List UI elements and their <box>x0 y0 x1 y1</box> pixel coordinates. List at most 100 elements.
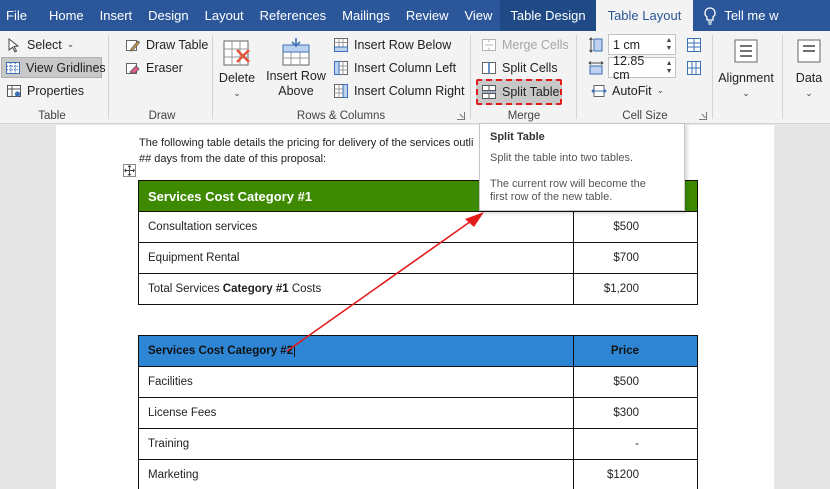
tab-design[interactable]: Design <box>140 0 196 31</box>
table-cell-price[interactable]: $500 <box>573 211 698 243</box>
insert-row-below-label: Insert Row Below <box>354 37 452 52</box>
insert-row-above-icon <box>282 38 310 66</box>
tell-me-search[interactable]: Tell me w <box>693 0 786 31</box>
pencil-icon <box>126 39 141 52</box>
tooltip-line-1: Split the table into two tables. <box>490 152 634 164</box>
table-cell-label[interactable]: Consultation services <box>138 211 574 243</box>
group-table-label: Table <box>38 110 66 122</box>
group-draw: Draw Table Eraser Draw <box>112 31 212 124</box>
table-cell-label[interactable]: Marketing <box>138 459 574 489</box>
table2-header-cell[interactable]: Services Cost Category #2 <box>138 335 574 367</box>
table-cell-price[interactable]: $1200 <box>573 459 698 489</box>
table-row[interactable]: Training - <box>138 428 698 460</box>
table2-price-header[interactable]: Price <box>573 335 698 367</box>
group-cell-size: 1 cm ▲ ▼ 12.85 cm ▲ ▼ AutoFit ⌄ Cell Size <box>580 31 710 124</box>
spin-arrows-icon[interactable]: ▲ ▼ <box>663 58 675 77</box>
eraser-button[interactable]: Eraser <box>122 57 186 78</box>
insert-column-right-button[interactable]: Insert Column Right <box>330 80 467 101</box>
split-cells-label: Split Cells <box>502 60 558 75</box>
group-cell-size-label: Cell Size <box>622 110 668 122</box>
alignment-label: Alignment <box>718 71 774 85</box>
chevron-down-icon: ⌄ <box>233 88 241 98</box>
group-table: Select ⌄ View Gridlines Properties Table <box>0 31 106 124</box>
services-table-2[interactable]: Services Cost Category #2 Price Faciliti… <box>138 335 698 489</box>
row-height-input[interactable]: 1 cm ▲ ▼ <box>608 34 676 55</box>
tab-view[interactable]: View <box>456 0 500 31</box>
ribbon: Select ⌄ View Gridlines Properties Table … <box>0 31 830 124</box>
insert-row-below-icon <box>334 37 348 52</box>
cell-size-dialog-launcher-icon[interactable] <box>699 112 707 120</box>
intro-line-2: ## days from the date of this proposal: <box>139 153 327 165</box>
move-arrows-icon <box>124 165 135 176</box>
group-merge-label: Merge <box>507 110 541 122</box>
insert-row-above-label-2: Above <box>278 84 314 98</box>
table-cell-label[interactable]: Equipment Rental <box>138 242 574 274</box>
table-cell-price[interactable]: $500 <box>573 366 698 398</box>
tab-review[interactable]: Review <box>398 0 457 31</box>
table-cell-price[interactable]: - <box>573 428 698 460</box>
tab-file[interactable]: File <box>0 0 41 31</box>
tab-table-design[interactable]: Table Design <box>500 0 596 31</box>
tab-home[interactable]: Home <box>41 0 92 31</box>
insert-row-below-button[interactable]: Insert Row Below <box>330 34 454 55</box>
spin-arrows-icon[interactable]: ▲ ▼ <box>663 35 675 54</box>
column-width-input[interactable]: 12.85 cm ▲ ▼ <box>608 54 676 82</box>
alignment-button[interactable]: Alignment ⌄ <box>716 37 776 101</box>
data-button[interactable]: Data ⌄ <box>788 37 830 101</box>
tooltip-title: Split Table <box>490 131 545 143</box>
insert-column-left-button[interactable]: Insert Column Left <box>330 57 459 78</box>
chevron-down-icon: ⌄ <box>66 39 75 49</box>
autofit-label: AutoFit <box>612 83 652 98</box>
eraser-icon <box>126 62 140 74</box>
row-height-spinner[interactable]: 1 cm ▲ ▼ <box>588 34 702 55</box>
distribute-columns-icon[interactable] <box>686 60 702 76</box>
data-icon <box>797 39 821 63</box>
eraser-label: Eraser <box>146 60 183 75</box>
table-header-row[interactable]: Services Cost Category #2 Price <box>138 335 698 367</box>
tab-references[interactable]: References <box>252 0 334 31</box>
table-cell-price[interactable]: $300 <box>573 397 698 429</box>
ribbon-separator <box>108 35 109 119</box>
table-row[interactable]: Marketing $1200 <box>138 459 698 489</box>
table-row[interactable]: Total Services Category #1 Costs $1,200 <box>138 273 698 305</box>
tab-mailings[interactable]: Mailings <box>334 0 398 31</box>
delete-button[interactable]: Delete ⌄ <box>218 37 256 101</box>
split-table-icon <box>482 84 496 99</box>
insert-row-above-button[interactable]: Insert Row Above <box>264 37 328 99</box>
table-cell-price[interactable]: $1,200 <box>573 273 698 305</box>
table-cell-label[interactable]: Total Services Category #1 Costs <box>138 273 574 305</box>
column-width-spinner[interactable]: 12.85 cm ▲ ▼ <box>588 54 702 82</box>
chevron-down-icon: ⌄ <box>656 85 665 95</box>
group-rows-columns-label: Rows & Columns <box>296 110 386 122</box>
draw-table-button[interactable]: Draw Table <box>122 34 211 55</box>
split-table-button[interactable]: Split Table <box>478 81 562 102</box>
distribute-rows-icon[interactable] <box>686 37 702 53</box>
tooltip-line-2: The current row will become the <box>490 178 646 190</box>
rows-columns-dialog-launcher-icon[interactable] <box>457 112 465 120</box>
tab-insert[interactable]: Insert <box>92 0 141 31</box>
table-cell-label[interactable]: License Fees <box>138 397 574 429</box>
split-cells-icon <box>482 61 496 74</box>
select-arrow-icon <box>8 37 20 52</box>
autofit-button[interactable]: AutoFit ⌄ <box>588 80 667 101</box>
table-cell-label[interactable]: Facilities <box>138 366 574 398</box>
table-row[interactable]: Consultation services $500 <box>138 211 698 243</box>
merge-cells-button[interactable]: Merge Cells <box>478 34 572 55</box>
table-cell-price[interactable]: $700 <box>573 242 698 274</box>
select-button[interactable]: Select ⌄ <box>3 34 77 55</box>
view-gridlines-button[interactable]: View Gridlines <box>1 57 106 78</box>
table-row[interactable]: Equipment Rental $700 <box>138 242 698 274</box>
table-move-handle[interactable] <box>123 164 136 177</box>
chevron-down-icon: ⌄ <box>742 88 750 98</box>
insert-row-above-label-1: Insert Row <box>266 69 326 83</box>
table-cell-label[interactable]: Training <box>138 428 574 460</box>
total-label-post: Costs <box>288 283 322 295</box>
tab-table-layout[interactable]: Table Layout <box>595 0 694 31</box>
group-merge: Merge Cells Split Cells Merge <box>472 31 576 124</box>
table-row[interactable]: License Fees $300 <box>138 397 698 429</box>
table-row[interactable]: Facilities $500 <box>138 366 698 398</box>
split-cells-button[interactable]: Split Cells <box>478 57 561 78</box>
tab-layout[interactable]: Layout <box>197 0 252 31</box>
properties-button[interactable]: Properties <box>3 80 87 101</box>
merge-cells-icon <box>482 38 496 51</box>
